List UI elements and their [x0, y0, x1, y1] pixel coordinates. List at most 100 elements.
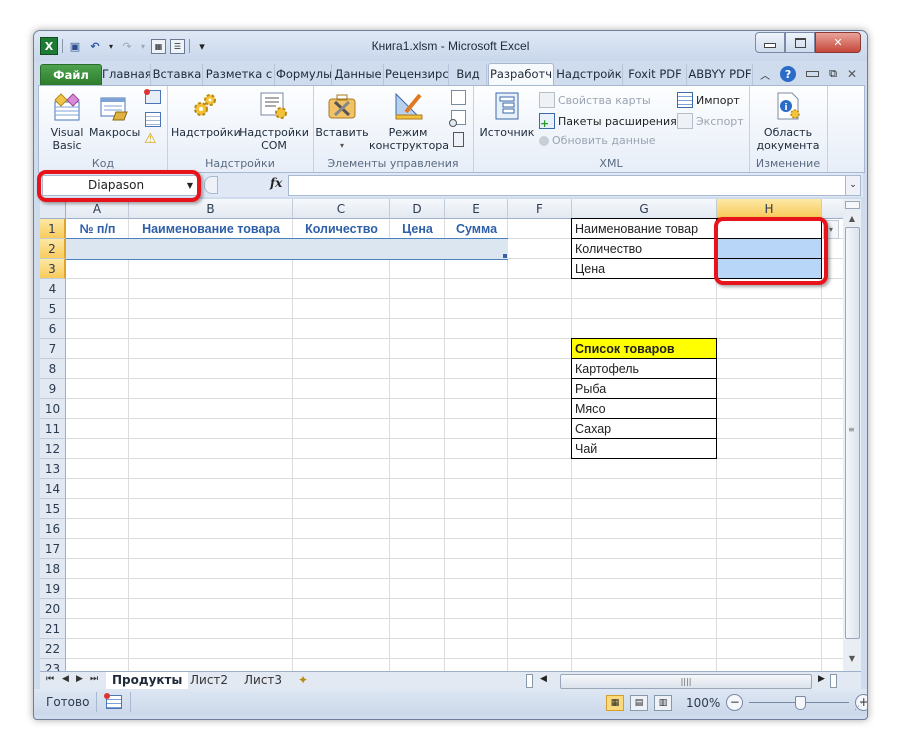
table-header-cell[interactable]: Сумма [445, 219, 508, 239]
product-list-item[interactable]: Чай [571, 438, 717, 459]
addins-button[interactable]: Надстройки [171, 90, 241, 139]
insert-control-button[interactable]: Вставить ▾ [315, 90, 369, 152]
tab-file[interactable]: Файл [40, 64, 102, 87]
form-label-cell[interactable]: Количество [571, 238, 717, 259]
tab-abbyy-pdf[interactable]: ABBYY PDF [688, 64, 753, 85]
formula-divider-handle[interactable] [204, 176, 218, 194]
relative-references-icon[interactable] [145, 112, 161, 127]
vertical-scrollbar[interactable]: ▲ ≡ ▼ [843, 199, 861, 671]
split-box[interactable] [845, 201, 860, 209]
split-handle-right[interactable] [830, 674, 837, 688]
sheet-tab-list3[interactable]: Лист3 [244, 672, 282, 689]
row-header-11[interactable]: 11 [40, 419, 66, 439]
column-header-c[interactable]: C [293, 199, 390, 219]
tab-review[interactable]: Рецензирс [385, 64, 449, 85]
table-header-cell[interactable]: Количество [293, 219, 390, 239]
import-button[interactable]: Импорт [677, 92, 740, 108]
form-input-cell[interactable] [716, 258, 822, 279]
row-header-22[interactable]: 22 [40, 639, 66, 659]
workbook-restore-icon[interactable]: ⧉ [829, 67, 837, 81]
last-sheet-icon[interactable]: ⏭ [90, 674, 98, 684]
form-input-cell[interactable] [716, 238, 822, 259]
tab-view[interactable]: Вид [450, 64, 487, 85]
minimize-button[interactable] [755, 32, 785, 53]
column-header-b[interactable]: B [129, 199, 293, 219]
macro-recording-icon[interactable] [104, 693, 122, 709]
table-resize-handle[interactable] [503, 254, 507, 258]
product-list-item[interactable]: Мясо [571, 398, 717, 419]
view-code-icon[interactable] [449, 110, 466, 127]
first-sheet-icon[interactable]: ⏮ [46, 674, 54, 684]
row-header-6[interactable]: 6 [40, 319, 66, 339]
prev-sheet-icon[interactable]: ◀ [62, 674, 69, 684]
tab-insert[interactable]: Вставка [152, 64, 203, 85]
scroll-down-icon[interactable]: ▼ [844, 651, 860, 667]
row-header-16[interactable]: 16 [40, 519, 66, 539]
workbook-minimize-icon[interactable] [806, 71, 820, 77]
table-header-cell[interactable]: Наименование товара [129, 219, 293, 239]
maximize-button[interactable] [785, 32, 815, 53]
row-header-5[interactable]: 5 [40, 299, 66, 319]
column-header-f[interactable]: F [508, 199, 572, 219]
row-header-14[interactable]: 14 [40, 479, 66, 499]
normal-view-icon[interactable]: ▦ [606, 694, 624, 711]
help-icon[interactable]: ? [780, 66, 797, 82]
table-header-cell[interactable]: Цена [390, 219, 445, 239]
form-label-cell[interactable]: Наименование товар [571, 218, 717, 239]
validation-dropdown-icon[interactable]: ▾ [823, 220, 839, 239]
macro-security-icon[interactable]: ⚠ [144, 131, 157, 147]
insert-sheet-icon[interactable]: ✦ [298, 672, 308, 689]
column-header-a[interactable]: A [66, 199, 129, 219]
spreadsheet-grid[interactable]: A B C D E F G H 1 2 3 4 5 6 7 8 9 10 11 12 13 14 15 16 17 18 19 20 2… [40, 199, 843, 671]
workbook-close-icon[interactable]: ✕ [847, 67, 857, 81]
row-header-13[interactable]: 13 [40, 459, 66, 479]
close-button[interactable]: ✕ [815, 32, 861, 53]
row-header-21[interactable]: 21 [40, 619, 66, 639]
row-header-12[interactable]: 12 [40, 439, 66, 459]
expand-formula-bar-icon[interactable]: ⌄ [845, 175, 861, 196]
expansion-packs-button[interactable]: + Пакеты расширения [539, 113, 677, 129]
tab-split-handle[interactable] [526, 674, 533, 688]
map-properties-button[interactable]: Свойства карты [539, 92, 651, 108]
record-macro-icon[interactable] [144, 89, 161, 104]
row-header-17[interactable]: 17 [40, 539, 66, 559]
zoom-out-icon[interactable]: − [726, 694, 744, 711]
export-button[interactable]: Экспорт [677, 113, 744, 129]
row-header-10[interactable]: 10 [40, 399, 66, 419]
page-break-view-icon[interactable]: ▥ [654, 694, 672, 711]
form-label-cell[interactable]: Цена [571, 258, 717, 279]
product-list-item[interactable]: Картофель [571, 358, 717, 379]
name-box[interactable]: Diapason ▼ [42, 175, 198, 196]
row-header-1[interactable]: 1 [40, 219, 66, 239]
tab-foxit-pdf[interactable]: Foxit PDF [624, 64, 687, 85]
tab-home[interactable]: Главная [102, 64, 151, 85]
refresh-data-button[interactable]: Обновить данные [539, 134, 656, 147]
column-header-d[interactable]: D [390, 199, 445, 219]
row-header-3[interactable]: 3 [40, 259, 66, 279]
row-header-20[interactable]: 20 [40, 599, 66, 619]
collapse-ribbon-icon[interactable]: ︿ [760, 67, 770, 82]
select-all-corner[interactable] [40, 199, 66, 219]
row-header-4[interactable]: 4 [40, 279, 66, 299]
product-list-item[interactable]: Рыба [571, 378, 717, 399]
tab-page-layout[interactable]: Разметка с [204, 64, 275, 85]
run-dialog-icon[interactable] [453, 132, 464, 147]
vertical-scroll-thumb[interactable]: ≡ [845, 227, 860, 639]
zoom-slider[interactable] [749, 695, 850, 710]
horizontal-scroll-thumb[interactable]: |||| [560, 674, 812, 689]
row-header-2[interactable]: 2 [40, 239, 66, 259]
tab-formulas[interactable]: Формулы [276, 64, 332, 85]
table-header-cell[interactable]: № п/п [66, 219, 129, 239]
sheet-tab-products[interactable]: Продукты [106, 672, 189, 689]
column-header-next[interactable] [822, 199, 843, 219]
name-box-dropdown-icon[interactable]: ▼ [187, 176, 193, 195]
tab-developer[interactable]: Разработч [488, 63, 554, 87]
column-header-h[interactable]: H [717, 199, 822, 219]
tab-addins[interactable]: Надстройк [556, 64, 623, 85]
row-header-18[interactable]: 18 [40, 559, 66, 579]
macros-button[interactable]: Макросы [89, 90, 140, 139]
scroll-left-icon[interactable]: ◀ [540, 674, 547, 684]
row-header-8[interactable]: 8 [40, 359, 66, 379]
zoom-slider-knob[interactable] [794, 696, 806, 710]
row-header-19[interactable]: 19 [40, 579, 66, 599]
